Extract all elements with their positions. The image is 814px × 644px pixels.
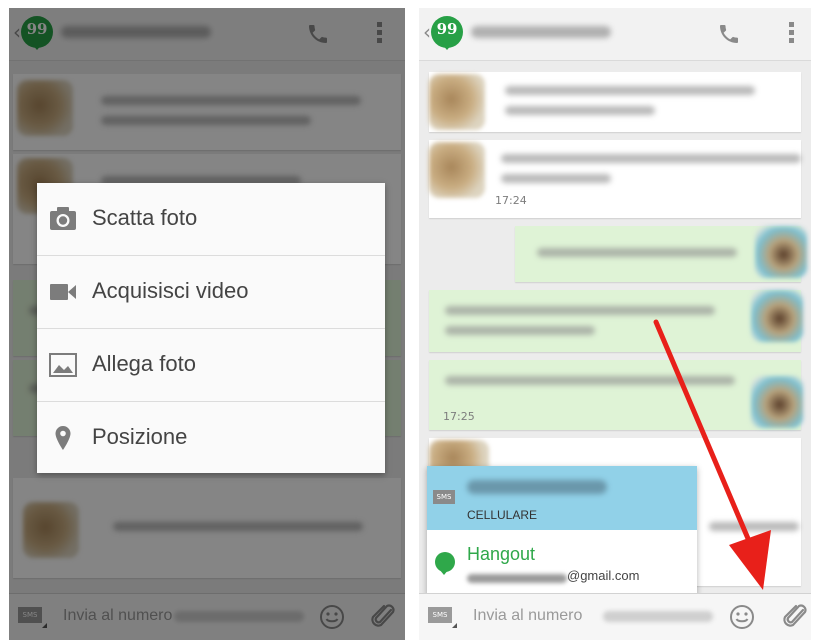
annotation-arrow-icon [653,319,771,590]
